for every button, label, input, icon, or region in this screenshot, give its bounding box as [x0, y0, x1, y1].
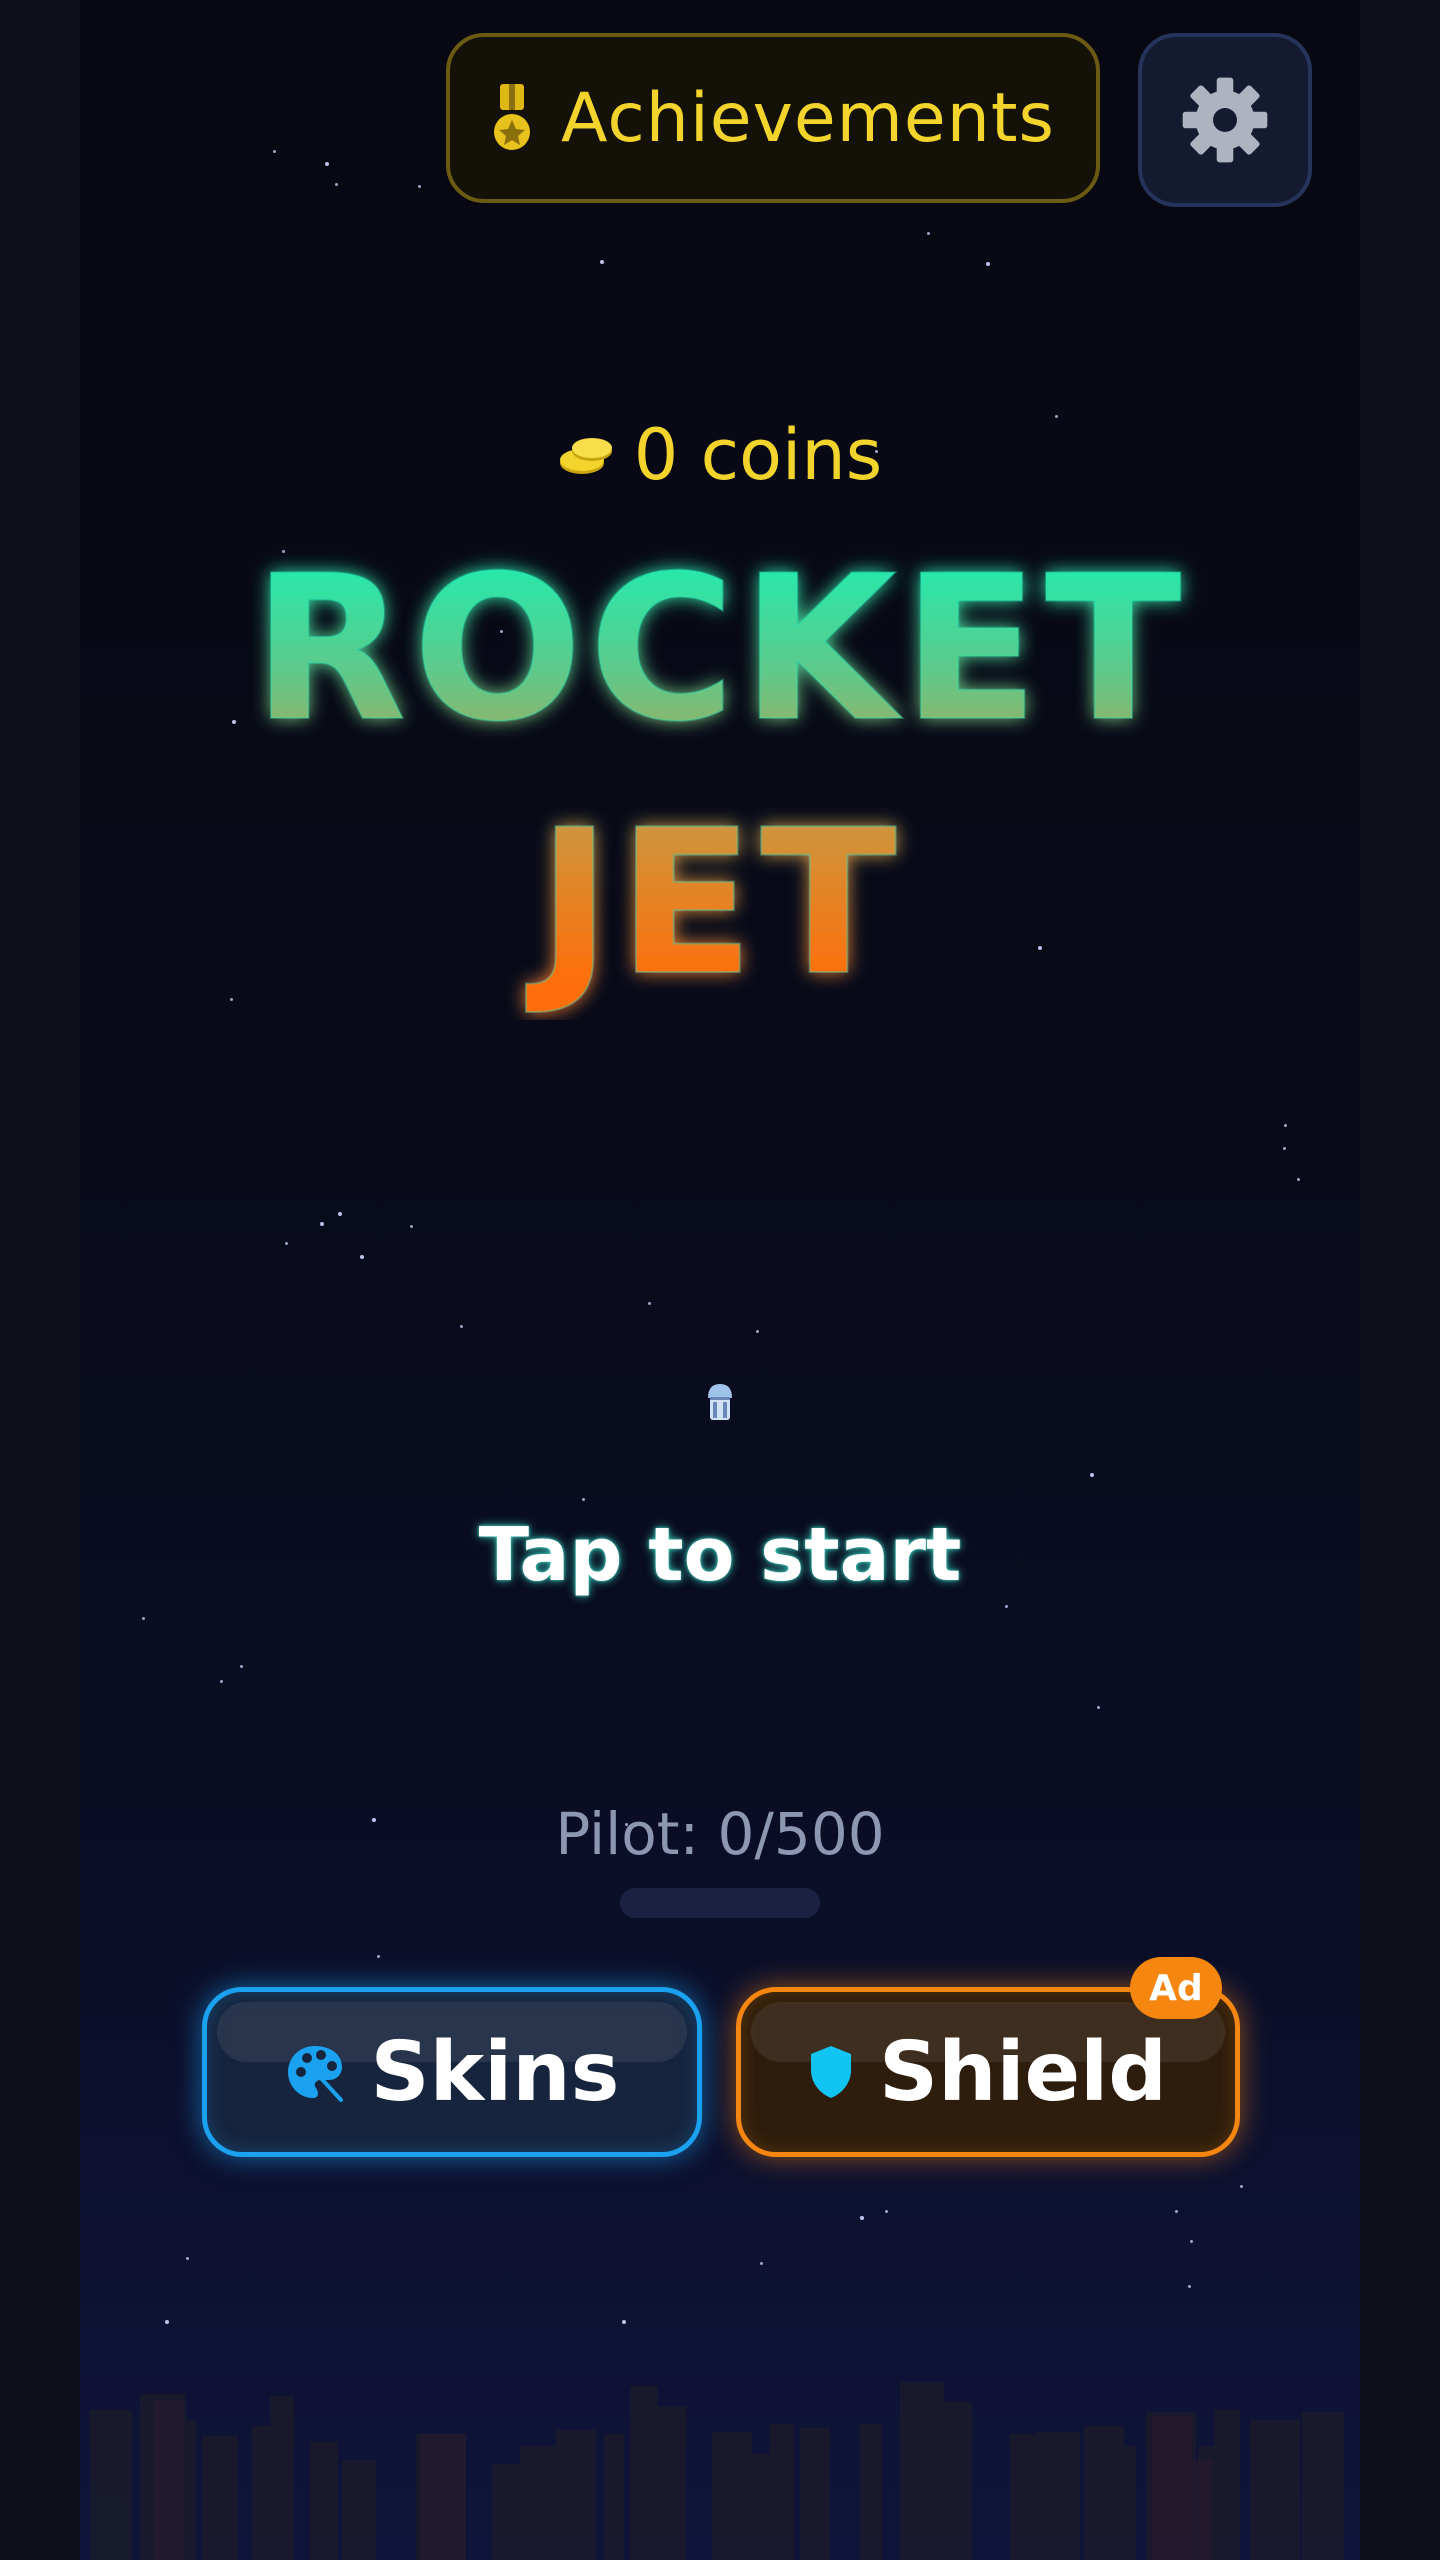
star [338, 1212, 342, 1216]
star [377, 1955, 380, 1958]
settings-button[interactable] [1138, 33, 1312, 207]
star [1097, 1706, 1100, 1709]
ad-badge: Ad [1130, 1957, 1222, 2019]
star [1297, 1178, 1300, 1181]
rocket-icon [708, 1384, 732, 1420]
medal-icon [494, 84, 531, 150]
star [325, 162, 329, 166]
shield-label: Shield [879, 2024, 1167, 2120]
star [582, 1498, 585, 1501]
coin-count-text: 0 coins [633, 414, 883, 496]
star [600, 260, 604, 264]
star [1283, 1147, 1286, 1150]
star [410, 1225, 413, 1228]
achievements-label: Achievements [561, 78, 1055, 158]
star [460, 1325, 463, 1328]
palette-icon [287, 2046, 343, 2102]
star [1190, 2240, 1193, 2243]
city-skyline [90, 2382, 1344, 2560]
star [273, 150, 276, 153]
gear-icon [1182, 77, 1268, 163]
skins-button[interactable]: Skins [202, 1987, 702, 2157]
star [240, 1665, 243, 1668]
star [335, 183, 338, 186]
star [165, 2320, 169, 2324]
star [760, 2262, 763, 2265]
star [885, 2210, 888, 2213]
pilot-progress-bar [620, 1888, 820, 1918]
right-margin [1360, 0, 1440, 2560]
star [1005, 1605, 1008, 1608]
coins-icon [559, 438, 612, 474]
star [648, 1302, 651, 1305]
star [622, 2320, 626, 2324]
star [927, 232, 930, 235]
tap-to-start-prompt[interactable]: Tap to start [80, 1512, 1360, 1598]
star [1090, 1473, 1094, 1477]
title-line-1: ROCKET [253, 533, 1188, 766]
achievements-button[interactable]: Achievements [446, 33, 1100, 203]
star [418, 185, 421, 188]
star [1175, 2210, 1178, 2213]
star [756, 1330, 759, 1333]
star [285, 1242, 288, 1245]
star [860, 2216, 864, 2220]
star [220, 1680, 223, 1683]
shield-icon [811, 2046, 852, 2098]
star [320, 1222, 324, 1226]
coin-counter: 0 coins [80, 410, 1360, 500]
pilot-progress-label: Pilot: 0/500 [555, 1800, 885, 1868]
star [142, 1617, 145, 1620]
left-margin [0, 0, 80, 2560]
star [986, 262, 990, 266]
title-line-2: JET [525, 787, 902, 1020]
skins-label: Skins [370, 2024, 620, 2120]
game-screen[interactable]: Achievements 0 coins ROCKET JET Tap to s… [80, 0, 1360, 2560]
star [1284, 1124, 1287, 1127]
star [360, 1255, 364, 1259]
game-title: ROCKET JET [252, 532, 1188, 1020]
star [1240, 2185, 1243, 2188]
star [186, 2257, 189, 2260]
star [1188, 2285, 1191, 2288]
